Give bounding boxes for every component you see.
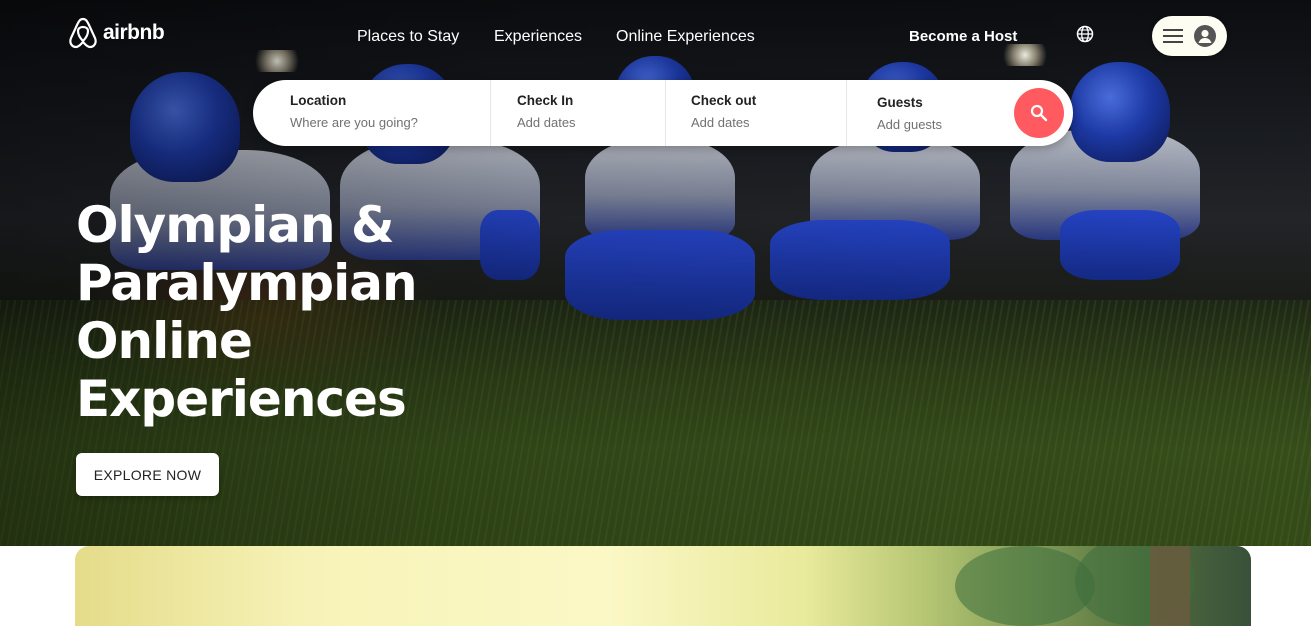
guests-placeholder: Add guests [877, 117, 943, 132]
location-field[interactable]: Location Where are you going? [253, 80, 490, 146]
guests-field[interactable]: Guests Add guests [847, 80, 1007, 146]
check-out-field[interactable]: Check out Add dates [666, 80, 846, 146]
user-menu-button[interactable] [1152, 16, 1227, 56]
search-icon [1030, 104, 1048, 122]
search-bar: Location Where are you going? Check In A… [253, 80, 1073, 146]
hamburger-menu-icon [1163, 29, 1184, 43]
airbnb-logo-icon [69, 17, 97, 49]
language-button[interactable] [1076, 25, 1094, 48]
guests-label: Guests [877, 95, 923, 110]
location-label: Location [290, 93, 347, 108]
check-in-placeholder: Add dates [517, 115, 576, 130]
check-in-field[interactable]: Check In Add dates [491, 80, 665, 146]
airbnb-logo[interactable]: airbnb [68, 17, 165, 49]
globe-icon [1076, 25, 1094, 43]
headline-line: Olympian & [76, 196, 395, 254]
featured-image-card[interactable] [75, 546, 1251, 626]
check-out-placeholder: Add dates [691, 115, 750, 130]
nav-experiences[interactable]: Experiences [494, 28, 582, 46]
hero-headline: Olympian & Paralympian Online Experience… [76, 196, 576, 428]
logo-wordmark: airbnb [103, 21, 165, 44]
user-avatar-icon [1193, 25, 1216, 47]
become-a-host-link[interactable]: Become a Host [909, 28, 1017, 45]
headline-line: Paralympian [76, 254, 418, 312]
nav-places-to-stay[interactable]: Places to Stay [357, 28, 459, 46]
location-placeholder: Where are you going? [290, 115, 418, 130]
nav-online-experiences[interactable]: Online Experiences [616, 28, 755, 46]
headline-line: Experiences [76, 370, 407, 428]
check-out-label: Check out [691, 93, 757, 108]
explore-now-button[interactable]: EXPLORE NOW [76, 453, 219, 496]
headline-line: Online [76, 312, 253, 370]
check-in-label: Check In [517, 93, 574, 108]
search-button[interactable] [1014, 88, 1064, 138]
